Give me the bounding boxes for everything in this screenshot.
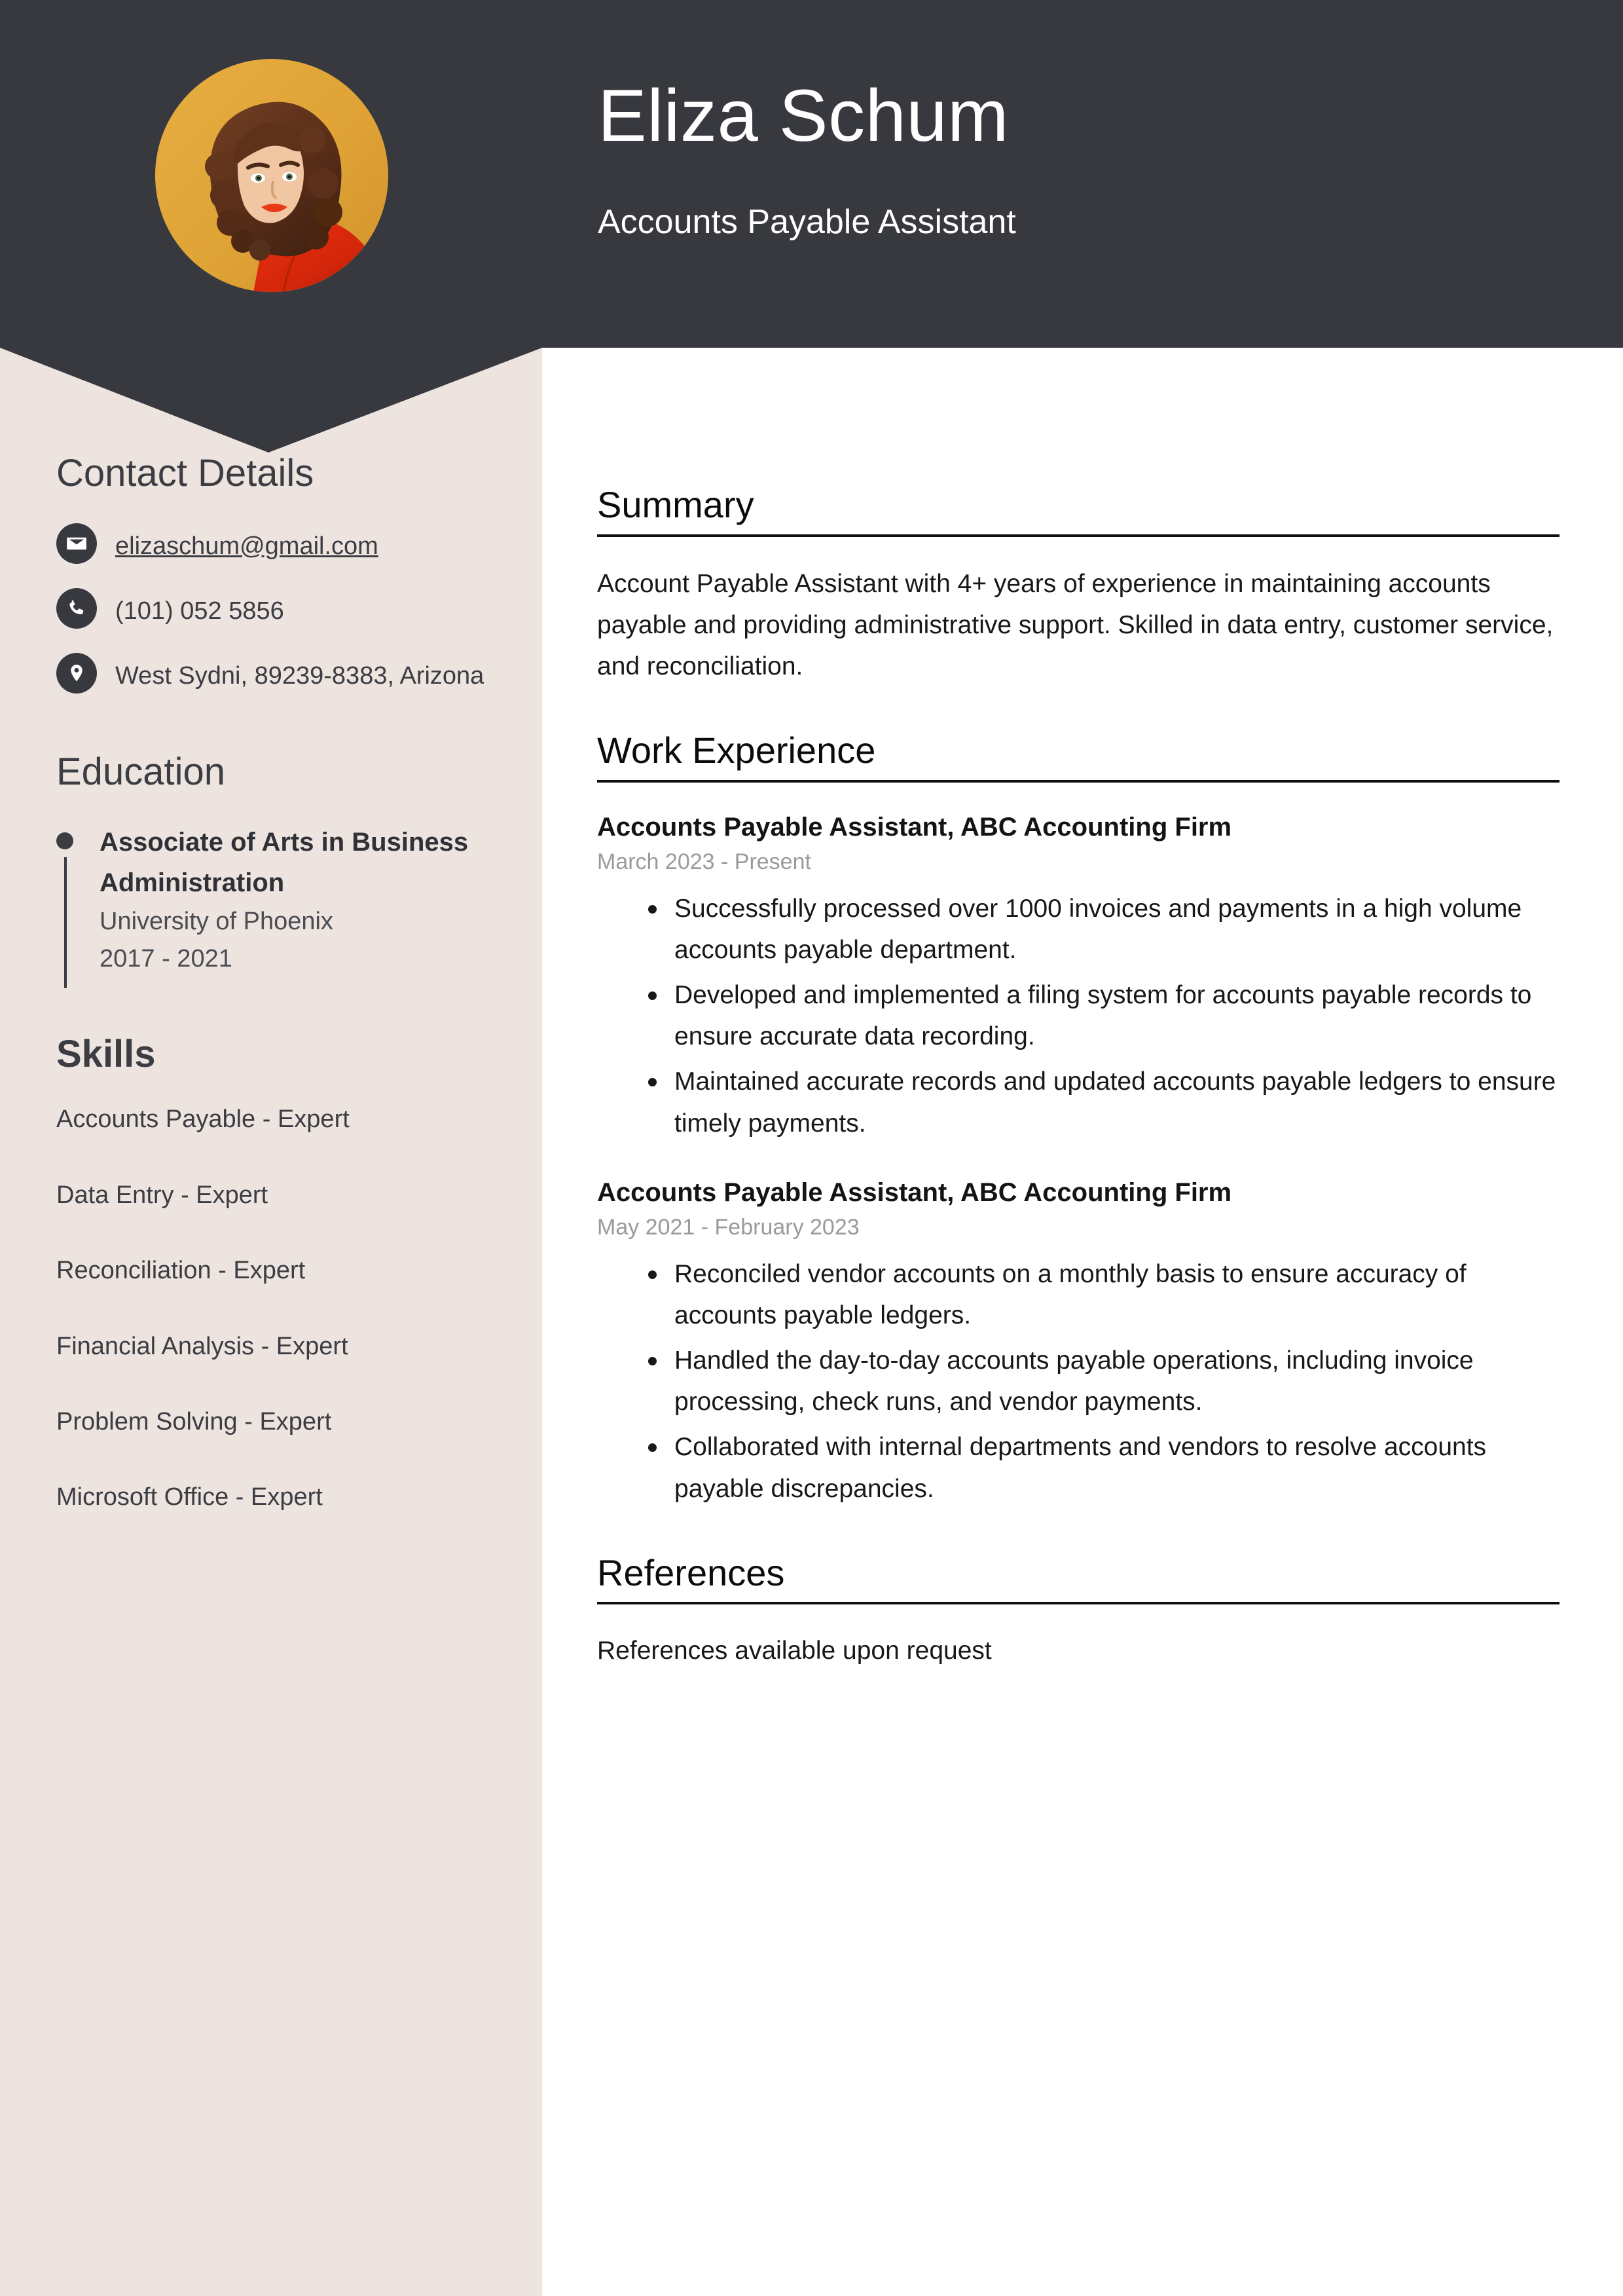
timeline-line	[64, 857, 67, 988]
job-bullet-list: Reconciled vendor accounts on a monthly …	[597, 1253, 1559, 1509]
work-experience-heading: Work Experience	[597, 730, 876, 771]
job-bullet: Developed and implemented a filing syste…	[597, 974, 1559, 1057]
job-entry: Accounts Payable Assistant, ABC Accounti…	[597, 1174, 1559, 1509]
envelope-icon	[56, 523, 97, 564]
timeline-dot-icon	[56, 832, 73, 849]
header-job-title: Accounts Payable Assistant	[598, 203, 1016, 241]
skill-item: Data Entry - Expert	[56, 1181, 268, 1209]
skill-item: Accounts Payable - Expert	[56, 1105, 350, 1134]
skills-section: Skills Accounts Payable - Expert Data En…	[56, 1033, 486, 1514]
education-degree: Associate of Arts in Business Administra…	[100, 827, 469, 897]
contact-list: elizaschum@gmail.com (101) 052 5856 West…	[56, 523, 486, 694]
contact-heading: Contact Details	[56, 452, 314, 494]
education-item: Associate of Arts in Business Administra…	[56, 822, 486, 988]
skill-item: Reconciliation - Expert	[56, 1257, 306, 1285]
main-content: Summary Account Payable Assistant with 4…	[597, 485, 1559, 1715]
education-dates: 2017 - 2021	[100, 944, 232, 972]
skill-item: Problem Solving - Expert	[56, 1407, 332, 1435]
job-title: Accounts Payable Assistant, ABC Accounti…	[597, 812, 1232, 842]
skill-item: Financial Analysis - Expert	[56, 1332, 348, 1360]
contact-item-email[interactable]: elizaschum@gmail.com	[56, 523, 486, 565]
education-heading: Education	[56, 750, 225, 793]
references-heading: References	[597, 1551, 785, 1593]
job-dates: March 2023 - Present	[597, 849, 811, 874]
sidebar: Contact Details elizaschum@gmail.com (10…	[0, 452, 542, 1514]
job-entry: Accounts Payable Assistant, ABC Accounti…	[597, 809, 1559, 1144]
summary-rule	[597, 534, 1559, 537]
job-bullet: Successfully processed over 1000 invoice…	[597, 888, 1559, 971]
profile-photo	[155, 59, 388, 292]
job-bullet: Handled the day-to-day accounts payable …	[597, 1340, 1559, 1422]
job-bullet: Reconciled vendor accounts on a monthly …	[597, 1253, 1559, 1336]
job-bullet: Collaborated with internal departments a…	[597, 1426, 1559, 1509]
summary-heading: Summary	[597, 484, 754, 525]
references-text: References available upon request	[597, 1637, 992, 1665]
contact-phone-value[interactable]: (101) 052 5856	[115, 588, 284, 629]
education-school: University of Phoenix	[100, 907, 333, 935]
contact-email-value[interactable]: elizaschum@gmail.com	[115, 523, 378, 565]
map-pin-icon	[56, 652, 97, 694]
skill-item: Microsoft Office - Expert	[56, 1483, 323, 1511]
job-bullet-list: Successfully processed over 1000 invoice…	[597, 888, 1559, 1144]
contact-item-location: West Sydni, 89239-8383, Arizona	[56, 652, 486, 694]
work-experience-rule	[597, 779, 1559, 783]
job-bullet: Maintained accurate records and updated …	[597, 1061, 1559, 1143]
skills-heading: Skills	[56, 1032, 156, 1075]
work-experience-section: Work Experience Accounts Payable Assista…	[597, 730, 1559, 1509]
references-rule	[597, 1602, 1559, 1605]
header-chevron-shape	[0, 348, 542, 453]
job-title: Accounts Payable Assistant, ABC Accounti…	[597, 1177, 1232, 1207]
page-title: Eliza Schum	[598, 75, 1009, 157]
references-section: References References available upon req…	[597, 1553, 1559, 1672]
contact-item-phone[interactable]: (101) 052 5856	[56, 587, 486, 629]
job-dates: May 2021 - February 2023	[597, 1214, 860, 1240]
summary-section: Summary Account Payable Assistant with 4…	[597, 485, 1559, 687]
contact-section: Contact Details elizaschum@gmail.com (10…	[56, 452, 486, 694]
summary-text: Account Payable Assistant with 4+ years …	[597, 569, 1554, 680]
phone-icon	[56, 587, 97, 629]
education-section: Education Associate of Arts in Business …	[56, 750, 486, 988]
contact-location-value: West Sydni, 89239-8383, Arizona	[115, 661, 484, 690]
